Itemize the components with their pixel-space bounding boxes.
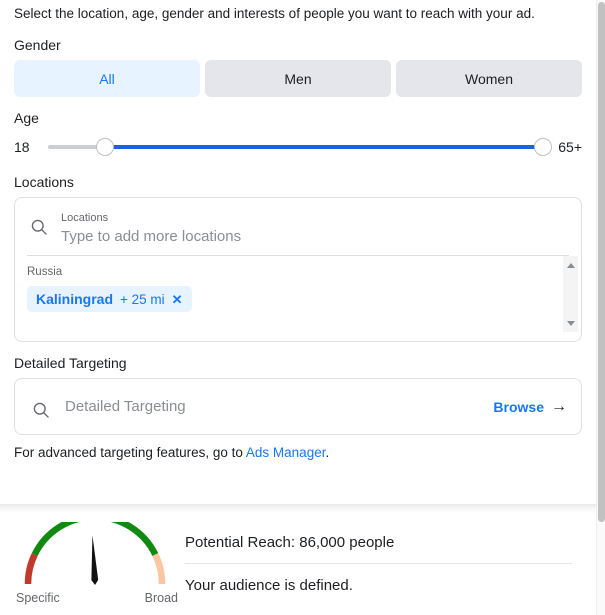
footer-separator	[0, 504, 596, 513]
arrow-right-icon: →	[551, 397, 567, 415]
detailed-targeting-label: Detailed Targeting	[14, 355, 127, 371]
gender-button-group: All Men Women	[14, 60, 582, 97]
age-slider-track-area[interactable]	[48, 137, 552, 157]
age-range-slider: 18 65+	[14, 133, 582, 161]
locations-country-group-label: Russia	[27, 266, 63, 278]
gender-option-all[interactable]: All	[14, 60, 200, 97]
locations-input-placeholder[interactable]: Type to add more locations	[61, 226, 241, 247]
locations-box: Locations Type to add more locations Rus…	[14, 197, 582, 342]
gauge-scale-labels: Specific Broad	[16, 591, 178, 605]
ads-manager-link[interactable]: Ads Manager	[246, 445, 326, 460]
close-icon[interactable]: ✕	[172, 293, 183, 306]
scroll-down-arrow-icon[interactable]	[563, 316, 578, 330]
audience-summary-footer: Specific Broad Potential Reach: 86,000 p…	[0, 513, 596, 615]
page-scrollbar-thumb[interactable]	[598, 2, 605, 522]
locations-selected-list: Russia Kaliningrad + 25 mi ✕	[15, 256, 581, 341]
gauge-label-broad: Broad	[144, 591, 178, 605]
gauge-dial-icon	[24, 513, 166, 585]
advanced-note-suffix: .	[325, 445, 330, 460]
intro-text: Select the location, age, gender and int…	[14, 6, 535, 21]
advanced-note-prefix: For advanced targeting features, go to	[14, 445, 246, 460]
locations-field-label: Locations	[61, 212, 109, 224]
search-icon	[33, 402, 49, 418]
age-min-value: 18	[14, 139, 30, 155]
gender-option-women[interactable]: Women	[396, 60, 582, 97]
advanced-targeting-note: For advanced targeting features, go to A…	[14, 444, 582, 462]
location-chip-name: Kaliningrad	[36, 291, 114, 307]
locations-label: Locations	[14, 174, 74, 190]
age-slider-fill	[110, 145, 541, 149]
audience-settings-panel: Select the location, age, gender and int…	[0, 0, 596, 504]
search-icon	[31, 219, 47, 235]
gender-label: Gender	[14, 37, 61, 53]
browse-button[interactable]: Browse →	[493, 397, 567, 415]
detailed-targeting-box[interactable]: Detailed Targeting Browse →	[14, 378, 582, 435]
audience-status-text: Your audience is defined.	[185, 577, 353, 594]
potential-reach-text: Potential Reach: 86,000 people	[185, 534, 395, 551]
reach-summary: Potential Reach: 86,000 people Your audi…	[185, 513, 596, 615]
location-chip-kaliningrad[interactable]: Kaliningrad + 25 mi ✕	[27, 286, 192, 312]
location-chip-radius[interactable]: + 25 mi	[120, 292, 165, 307]
detailed-targeting-input[interactable]: Detailed Targeting	[65, 398, 493, 415]
page-scrollbar[interactable]	[596, 0, 605, 615]
age-label: Age	[14, 110, 39, 126]
age-slider-handle-max[interactable]	[533, 138, 552, 156]
audience-definition-gauge: Specific Broad	[10, 513, 185, 615]
age-max-value: 65+	[558, 139, 582, 155]
gauge-label-specific: Specific	[16, 591, 60, 605]
browse-label: Browse	[493, 398, 544, 415]
scroll-up-arrow-icon[interactable]	[563, 258, 578, 272]
locations-list-scrollbar[interactable]	[563, 256, 578, 332]
age-slider-handle-min[interactable]	[95, 138, 114, 156]
gender-option-men[interactable]: Men	[205, 60, 391, 97]
locations-input-row[interactable]: Locations Type to add more locations	[15, 198, 581, 255]
